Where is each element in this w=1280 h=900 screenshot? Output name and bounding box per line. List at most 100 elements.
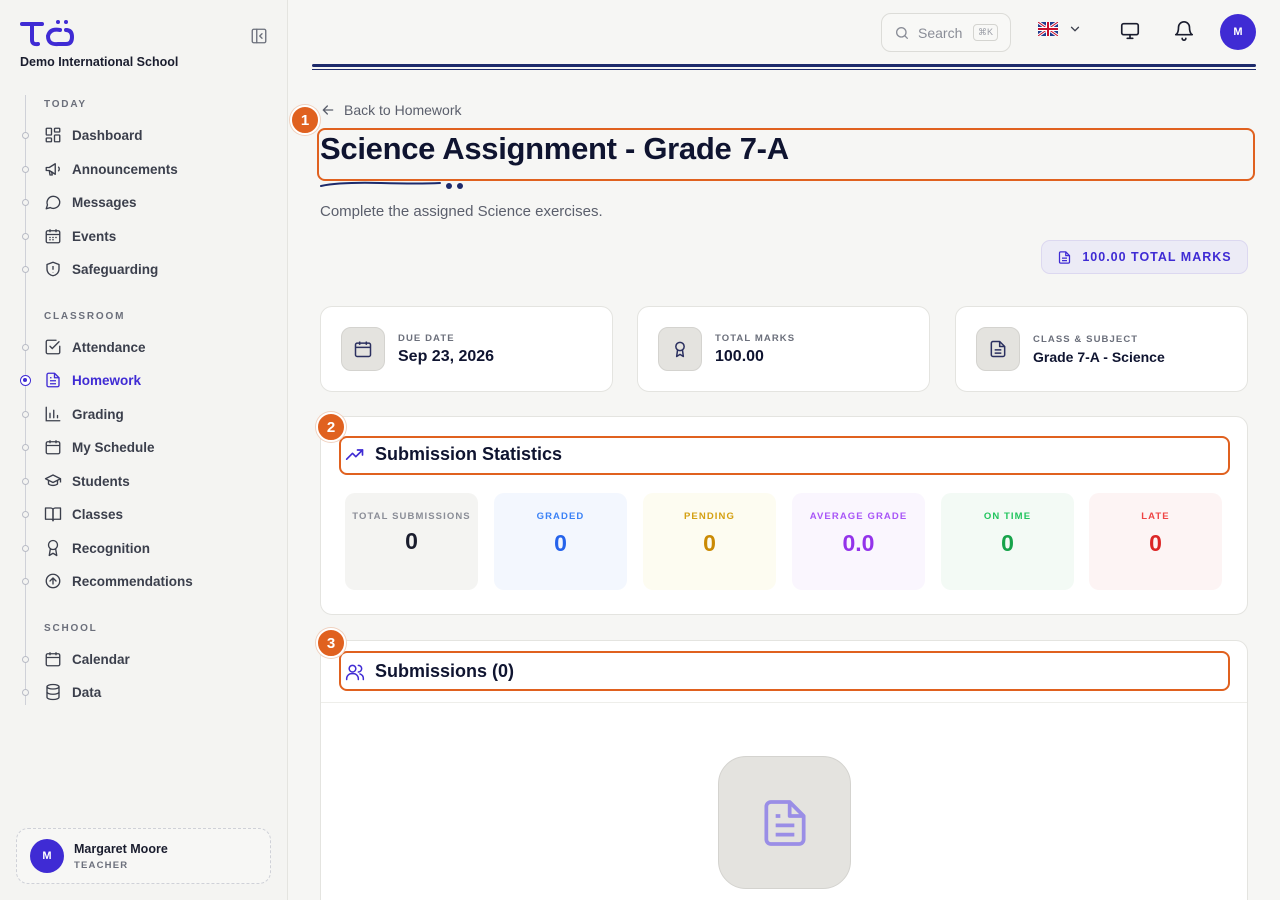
document-icon [1059, 250, 1071, 264]
stat-total-submissions: TOTAL SUBMISSIONS 0 [345, 493, 478, 590]
document-icon [976, 327, 1020, 371]
sidebar-item-label: Calendar [72, 651, 130, 667]
stat-label: LATE [1141, 511, 1170, 522]
panel-divider [321, 702, 1247, 703]
award-icon [47, 539, 59, 557]
collapse-sidebar-icon[interactable] [250, 27, 268, 45]
stat-graded: GRADED 0 [494, 493, 627, 590]
sidebar-item-events[interactable]: Events [44, 224, 116, 248]
sidebar-item-label: My Schedule [72, 439, 155, 455]
stat-pending: PENDING 0 [643, 493, 776, 590]
stat-value: 0 [405, 528, 418, 554]
language-selector[interactable] [1038, 22, 1082, 36]
stat-value: 0 [554, 530, 567, 556]
due-date-label: DUE DATE [398, 332, 455, 344]
annotation-marker-3: 3 [316, 628, 346, 658]
sidebar-item-label: Attendance [72, 339, 146, 355]
check-square-icon [45, 339, 61, 355]
sidebar-item-classes[interactable]: Classes [44, 502, 123, 526]
nav-dot [22, 511, 29, 518]
sidebar-item-data[interactable]: Data [44, 680, 101, 704]
user-profile-card[interactable]: M Margaret Moore TEACHER [16, 828, 271, 884]
submission-statistics-heading: Submission Statistics [345, 444, 562, 465]
nav-dot [22, 199, 29, 206]
empty-state-document-icon [718, 756, 851, 889]
total-marks-value: 100.00 [715, 347, 764, 365]
calendar-icon [341, 327, 385, 371]
sidebar-item-recognition[interactable]: Recognition [44, 536, 150, 560]
nav-dot [22, 166, 29, 173]
stat-value: 0.0 [842, 530, 875, 556]
sidebar-item-label: Classes [72, 506, 124, 522]
message-icon [45, 195, 61, 210]
sidebar-item-calendar[interactable]: Calendar [44, 647, 130, 671]
panel-title: Submission Statistics [375, 444, 563, 464]
total-marks-badge: 100.00 TOTAL MARKS [1041, 240, 1248, 274]
sidebar-item-recommendations[interactable]: Recommendations [44, 569, 193, 593]
stat-label: TOTAL SUBMISSIONS [352, 511, 471, 522]
class-subject-card: CLASS & SUBJECT Grade 7-A - Science [955, 306, 1248, 392]
sidebar-item-safeguarding[interactable]: Safeguarding [44, 257, 158, 281]
nav-dot [22, 545, 29, 552]
sidebar-item-attendance[interactable]: Attendance [44, 335, 146, 359]
sidebar-item-students[interactable]: Students [44, 469, 130, 493]
sidebar: Demo International School TODAY CLASSROO… [0, 0, 288, 900]
uk-flag-icon [1038, 22, 1058, 36]
document-icon [46, 372, 60, 388]
nav-dot [22, 233, 29, 240]
total-marks-label: TOTAL MARKS [715, 332, 796, 344]
sidebar-item-messages[interactable]: Messages [44, 190, 137, 214]
calendar-icon [45, 440, 61, 455]
user-name: Margaret Moore [74, 841, 168, 856]
sidebar-item-dashboard[interactable]: Dashboard [44, 123, 143, 147]
section-label-classroom: CLASSROOM [44, 311, 126, 322]
stat-value: 0 [1001, 530, 1014, 556]
bell-icon[interactable] [1173, 20, 1195, 42]
school-name: Demo International School [20, 55, 179, 69]
user-avatar-button[interactable]: M [1220, 14, 1256, 50]
sidebar-item-label: Data [72, 684, 102, 700]
submissions-heading: Submissions (0) [345, 661, 514, 682]
annotation-marker-1: 1 [290, 105, 320, 135]
page-description: Complete the assigned Science exercises. [320, 203, 603, 220]
stat-label: GRADED [536, 511, 585, 522]
stat-average-grade: AVERAGE GRADE 0.0 [792, 493, 925, 590]
sidebar-item-label: Dashboard [72, 127, 143, 143]
class-subject-value: Grade 7-A - Science [1033, 348, 1165, 365]
nav-timeline [25, 95, 26, 705]
total-marks-card: TOTAL MARKS 100.00 [637, 306, 930, 392]
stat-value: 0 [703, 530, 716, 556]
title-underline-decoration [320, 181, 463, 189]
header-divider-thin [312, 69, 1256, 70]
sidebar-item-label: Safeguarding [72, 261, 159, 277]
nav-dot [22, 411, 29, 418]
class-subject-label: CLASS & SUBJECT [1033, 333, 1139, 345]
nav-dot [22, 132, 29, 139]
database-icon [46, 683, 60, 701]
stat-label: AVERAGE GRADE [809, 511, 908, 522]
nav-dot [22, 689, 29, 696]
stat-late: LATE 0 [1089, 493, 1222, 590]
chevron-down-icon [1070, 26, 1080, 32]
search-input[interactable]: Search ⌘K [881, 13, 1011, 52]
annotation-marker-2: 2 [316, 412, 346, 442]
graduation-cap-icon [44, 474, 62, 487]
shield-icon [46, 261, 60, 277]
sidebar-item-label: Announcements [72, 161, 178, 177]
stat-on-time: ON TIME 0 [941, 493, 1074, 590]
nav-dot [22, 656, 29, 663]
monitor-icon[interactable] [1119, 20, 1141, 42]
sidebar-item-homework[interactable]: Homework [44, 368, 141, 392]
sidebar-item-grading[interactable]: Grading [44, 402, 124, 426]
trending-up-icon [345, 448, 364, 460]
users-icon [345, 664, 365, 680]
search-placeholder: Search [918, 24, 963, 41]
back-to-homework-link[interactable]: Back to Homework [320, 102, 461, 118]
nav-dot [22, 266, 29, 273]
sidebar-item-announcements[interactable]: Announcements [44, 157, 178, 181]
sidebar-item-label: Recognition [72, 540, 150, 556]
search-shortcut: ⌘K [972, 24, 998, 41]
sidebar-item-my-schedule[interactable]: My Schedule [44, 435, 155, 459]
award-icon [658, 327, 702, 371]
arrow-up-circle-icon [45, 573, 61, 589]
